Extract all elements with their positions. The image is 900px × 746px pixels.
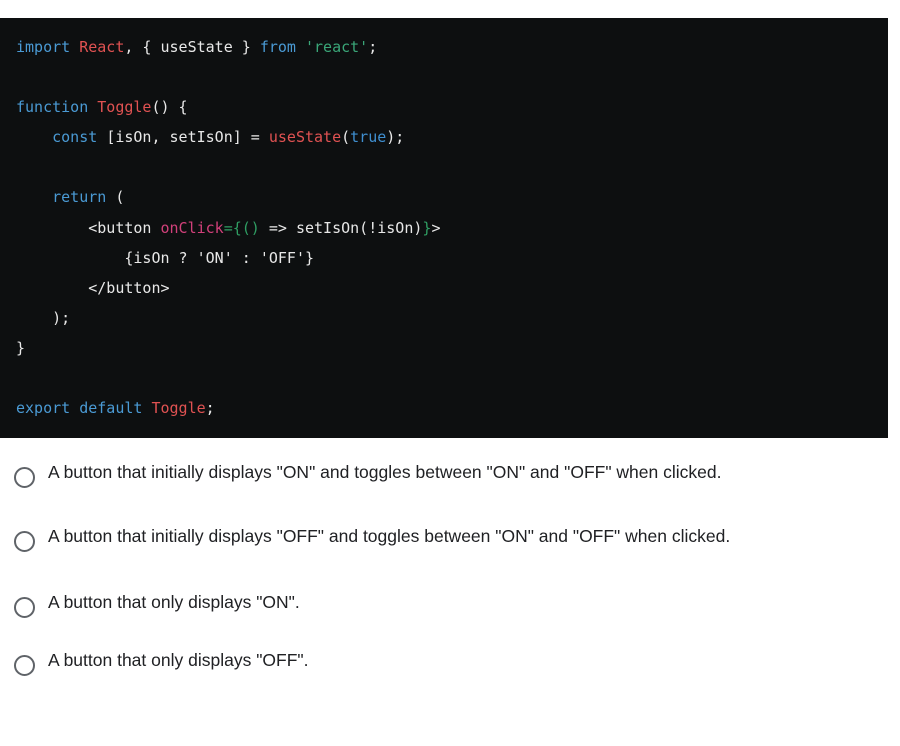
code-token: Toggle: [97, 98, 152, 117]
option-row[interactable]: A button that only displays "OFF".: [0, 645, 900, 689]
code-token: export default: [16, 399, 152, 418]
code-token: (: [341, 128, 351, 147]
code-token: return: [16, 188, 116, 207]
code-token: }: [16, 338, 26, 357]
code-token: true: [350, 128, 387, 147]
radio-cell: [0, 521, 48, 552]
code-token: from: [259, 38, 305, 56]
code-token: >: [431, 218, 441, 237]
code-token: ;: [368, 38, 378, 56]
option-row[interactable]: A button that initially displays "OFF" a…: [0, 521, 900, 565]
code-token: </button>: [16, 278, 170, 297]
radio-cell: [0, 457, 48, 488]
radio-button-option-4[interactable]: [13, 655, 35, 676]
option-row[interactable]: A button that initially displays "ON" an…: [0, 457, 900, 501]
code-token: (: [115, 188, 125, 207]
option-label: A button that only displays "ON".: [48, 592, 300, 612]
code-token: import: [16, 38, 80, 56]
option-label: A button that initially displays "OFF" a…: [48, 526, 731, 546]
code-block: import React, { useState } from 'react';…: [0, 18, 888, 438]
code-token: onClick: [160, 218, 224, 237]
code-token: React: [79, 38, 125, 56]
radio-cell: [0, 587, 48, 618]
code-token: );: [16, 308, 71, 327]
code-token: 'react': [305, 38, 369, 56]
code-token: {isOn ? 'ON' : 'OFF'}: [16, 248, 315, 267]
code-token: Toggle: [151, 399, 206, 418]
code-token: );: [386, 128, 405, 147]
answer-options-list: A button that initially displays "ON" an…: [0, 455, 900, 703]
option-row[interactable]: A button that only displays "ON".: [0, 587, 900, 631]
code-token: function: [16, 98, 98, 117]
code-token: ;: [205, 399, 215, 418]
radio-cell: [0, 645, 48, 676]
option-label: A button that only displays "OFF".: [48, 650, 309, 670]
radio-button-option-1[interactable]: [13, 467, 35, 488]
code-token: , { useState }: [124, 38, 260, 56]
radio-button-option-3[interactable]: [13, 597, 35, 618]
code-token: [isOn, setIsOn] =: [106, 128, 269, 147]
code-token: () {: [151, 98, 188, 117]
code-token: ={(): [223, 218, 260, 237]
code-token: useState: [268, 128, 342, 147]
radio-button-option-2[interactable]: [13, 531, 35, 552]
code-block-content: import React, { useState } from 'react';…: [0, 32, 888, 423]
option-label: A button that initially displays "ON" an…: [48, 462, 722, 482]
code-token: <button: [16, 218, 161, 237]
code-token: => setIsOn(!isOn): [259, 218, 423, 237]
code-token: const: [16, 128, 107, 147]
